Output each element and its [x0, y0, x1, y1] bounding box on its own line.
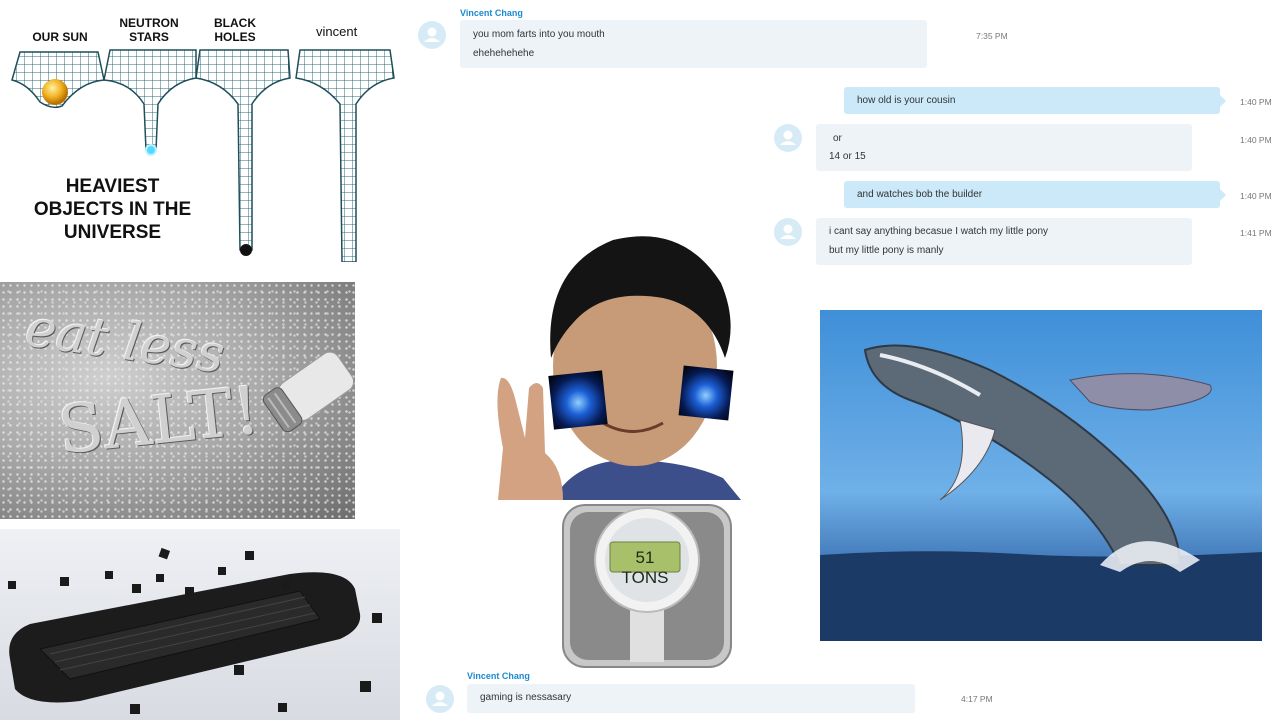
message-timestamp: 4:17 PM	[961, 694, 993, 704]
avatar-icon	[780, 224, 796, 239]
message-text: or	[833, 133, 842, 144]
breaching-whale-photo	[820, 310, 1262, 641]
message-text: you mom farts into you mouth	[473, 29, 605, 40]
sender-name: Vincent Chang	[467, 671, 530, 681]
message-text: i cant say anything becasue I watch my l…	[829, 226, 1049, 237]
salt-shaker	[262, 352, 355, 432]
whale-flipper	[939, 419, 996, 501]
neutron-stars-label: NEUTRON STARS	[119, 16, 179, 44]
message-bubble[interactable]: gaming is nessasary	[467, 684, 915, 713]
bathroom-scale: 51 TONS	[560, 502, 734, 670]
message-bubble[interactable]: you mom farts into you mouth ehehehehehe	[460, 20, 927, 68]
keyboard-graphic	[8, 547, 382, 714]
whale-fin	[1069, 373, 1212, 411]
avatar[interactable]	[426, 685, 454, 713]
message-timestamp: 1:40 PM	[1240, 97, 1272, 107]
message-bubble[interactable]: or 14 or 15	[816, 124, 1192, 171]
avatar[interactable]	[774, 218, 802, 246]
black-hole-dot	[240, 244, 252, 256]
message-bubble[interactable]: and watches bob the builder	[844, 181, 1226, 208]
neutron-well	[103, 49, 197, 151]
message-bubble[interactable]: i cant say anything becasue I watch my l…	[816, 218, 1192, 265]
avatar-icon	[780, 130, 796, 145]
sender-name: Vincent Chang	[460, 8, 523, 18]
our-sun-label: OUR SUN	[32, 30, 88, 44]
message-text: how old is your cousin	[857, 95, 956, 106]
whale-graphic	[820, 344, 1262, 641]
scale-readout: 51 TONS	[621, 548, 669, 587]
message-text: 14 or 15	[829, 151, 866, 162]
black-holes-label: BLACK HOLES	[214, 16, 256, 44]
avatar[interactable]	[418, 21, 446, 49]
message-text: gaming is nessasary	[480, 692, 572, 703]
heaviest-objects-meme: OUR SUN NEUTRON STARS BLACK HOLES vincen…	[0, 0, 400, 263]
avatar-icon	[432, 691, 448, 706]
message-timestamp: 1:41 PM	[1240, 228, 1272, 238]
person-graphic	[497, 236, 741, 500]
vincent-label: vincent	[316, 24, 358, 39]
message-bubble[interactable]: how old is your cousin	[844, 87, 1226, 114]
shirt	[553, 460, 741, 500]
message-timestamp: 7:35 PM	[976, 31, 1008, 41]
ocean	[820, 551, 1262, 641]
vincent-well	[295, 49, 395, 263]
sun-ball	[42, 79, 68, 105]
water-drop-icon	[548, 370, 608, 430]
avatar[interactable]	[774, 124, 802, 152]
person-photo	[493, 228, 741, 500]
message-timestamp: 1:40 PM	[1240, 191, 1272, 201]
eat-less-salt-image: eat less SALT!	[0, 282, 355, 519]
message-text: and watches bob the builder	[857, 189, 983, 200]
message-text: ehehehehehe	[473, 48, 535, 59]
message-text: but my little pony is manly	[829, 245, 944, 256]
loose-key	[158, 547, 171, 560]
water-drop-icon	[678, 365, 734, 421]
message-timestamp: 1:40 PM	[1240, 135, 1272, 145]
broken-keyboard-image	[0, 529, 400, 720]
neutron-star-dot	[145, 144, 157, 156]
avatar-icon	[424, 27, 440, 42]
heaviest-title: HEAVIEST OBJECTS IN THE UNIVERSE	[33, 176, 192, 243]
